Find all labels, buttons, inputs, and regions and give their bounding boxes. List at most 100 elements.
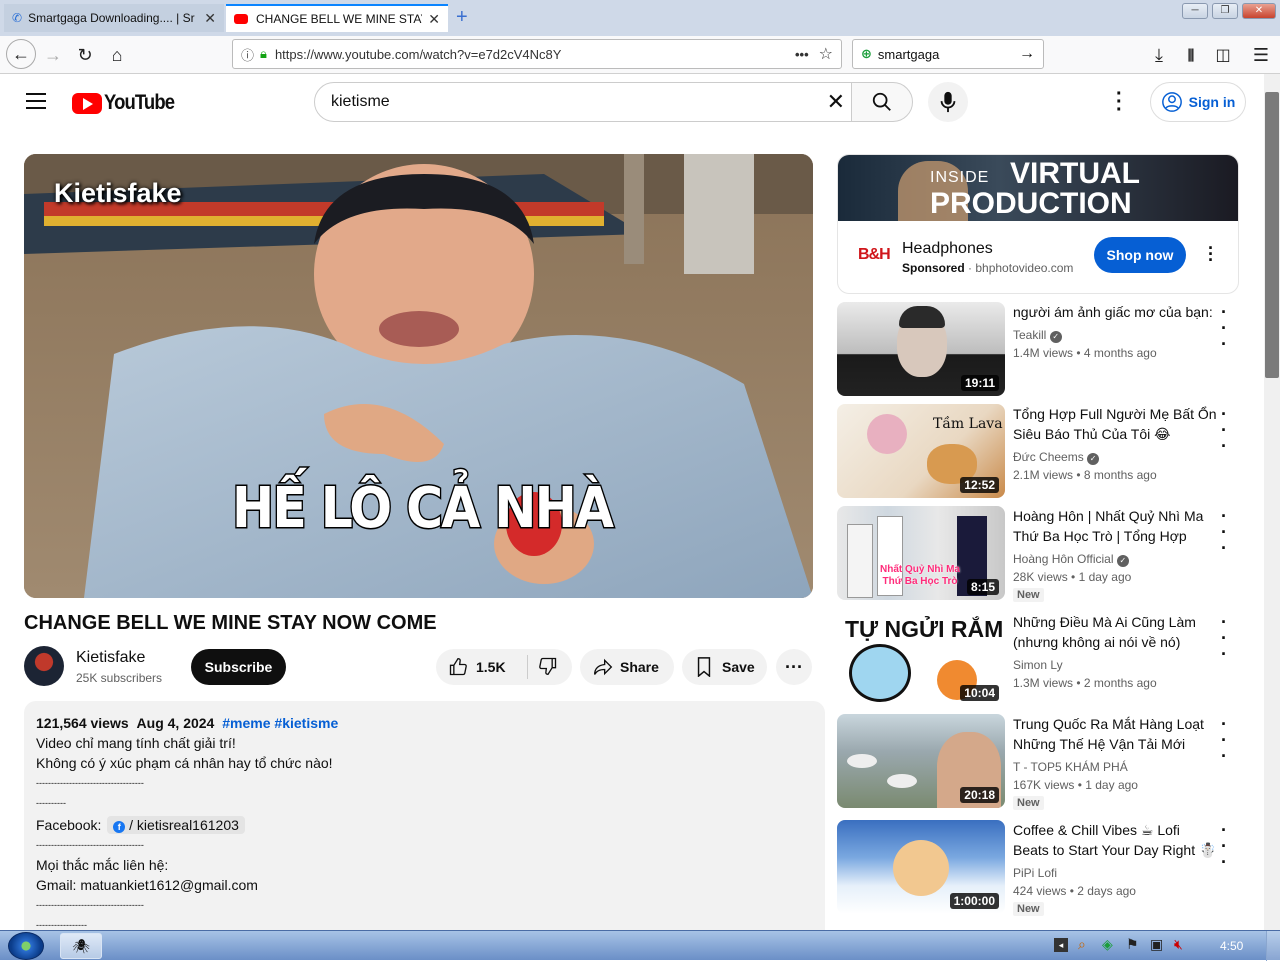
page-actions-icon[interactable]: ••• [795,47,809,62]
back-icon[interactable]: ← [6,39,36,69]
recommended-video[interactable]: TỰ NGỬI RẮM 10:04 Những Điều Mà Ai Cũng … [837,612,1239,708]
recommended-video[interactable]: Tầm Lava 12:52 Tổng Hợp Full Người Mẹ Bấ… [837,404,1239,500]
forward-icon[interactable]: → [40,42,66,68]
video-title[interactable]: Tổng Hợp Full Người Mẹ Bất Ổn Siêu Báo T… [1013,404,1219,444]
more-actions-button[interactable]: ··· [776,649,812,685]
channel-name[interactable]: Teakill [1013,328,1046,342]
video-thumbnail[interactable]: 19:11 [837,302,1005,396]
channel-name[interactable]: PiPi Lofi [1013,866,1057,880]
sidebar-icon[interactable]: ◫ [1210,42,1236,68]
video-menu-icon[interactable]: · · · [1221,613,1227,663]
close-tab-icon[interactable]: ✕ [428,11,440,28]
ad-more-icon[interactable]: · · · [1208,239,1214,269]
video-title[interactable]: Những Điều Mà Ai Cũng Làm (nhưng không a… [1013,612,1219,652]
tab-title: CHANGE BELL WE MINE STAY NO [256,12,422,26]
close-window-button[interactable]: ✕ [1242,3,1276,19]
tray-icon-volume-muted[interactable]: 🔇︎ [1174,936,1183,953]
new-tab-button[interactable]: + [456,6,468,29]
video-menu-icon[interactable]: · · · [1221,303,1227,353]
scrollbar-thumb[interactable] [1265,92,1279,378]
recommended-video[interactable]: 19:11 người ám ảnh giấc mơ của bạn: Teak… [837,302,1239,398]
tray-icon-search[interactable]: ⌕ [1078,936,1086,953]
dislike-button[interactable] [528,656,558,679]
taskbar-clock[interactable]: 4:50 [1220,939,1243,953]
video-thumbnail[interactable]: Nhất Quỷ Nhì Ma Thứ Ba Học Trò 8:15 [837,506,1005,600]
video-menu-icon[interactable]: · · · [1221,507,1227,557]
channel-name[interactable]: Simon Ly [1013,658,1063,672]
settings-more-icon[interactable]: · · · [1116,84,1123,120]
downloads-icon[interactable]: ⤓ [1146,42,1172,68]
home-icon[interactable]: ⌂ [104,42,130,68]
video-menu-icon[interactable]: · · · [1221,405,1227,455]
ad-banner[interactable]: INSIDE VIRTUAL PRODUCTION [838,155,1238,221]
hamburger-menu-icon[interactable] [26,93,46,109]
save-button[interactable]: Save [682,649,767,685]
start-button[interactable] [8,932,44,960]
search-button[interactable] [851,82,913,122]
show-desktop-button[interactable] [1266,931,1280,961]
recommended-video[interactable]: 1:00:00 Coffee & Chill Vibes ☕ Lofi Beat… [837,820,1239,916]
youtube-logo[interactable]: YouTube [72,91,184,115]
video-description[interactable]: 121,564 views Aug 4, 2024 #meme #kietism… [24,701,825,941]
hashtag-kietisme[interactable]: #kietisme [274,715,338,731]
view-count: 121,564 views [36,715,129,731]
channel-name[interactable]: Hoàng Hôn Official [1013,552,1114,566]
video-menu-icon[interactable]: · · · [1221,715,1227,765]
tab-smartgaga[interactable]: ✆ Smartgaga Downloading.... | Sr ✕ [4,4,224,32]
show-hidden-icons[interactable]: ◂ [1054,938,1068,952]
sponsored-ad-card[interactable]: INSIDE VIRTUAL PRODUCTION B&H Headphones… [837,154,1239,294]
clear-search-icon[interactable]: ✕ [827,89,845,115]
share-button[interactable]: Share [580,649,674,685]
video-title[interactable]: Trung Quốc Ra Mắt Hàng Loạt Những Thế Hệ… [1013,714,1219,754]
channel-avatar[interactable] [24,646,64,686]
info-icon[interactable]: ⓘ [241,45,254,64]
video-thumbnail[interactable]: TỰ NGỬI RẮM 10:04 [837,612,1005,706]
bookmark-star-icon[interactable]: ☆ [819,44,833,64]
taskbar-app-button[interactable]: 🕷︎ [60,933,102,959]
facebook-link[interactable]: f / kietisreal161203 [107,816,245,834]
close-tab-icon[interactable]: ✕ [204,10,216,27]
recommended-video[interactable]: Nhất Quỷ Nhì Ma Thứ Ba Học Trò 8:15 Hoàn… [837,506,1239,602]
channel-name[interactable]: Kietisfake [76,649,145,667]
tray-icon-network[interactable]: ▣ [1150,936,1163,953]
address-bar[interactable]: ⓘ 🔒︎ https://www.youtube.com/watch?v=e7d… [232,39,842,69]
shop-now-button[interactable]: Shop now [1094,237,1186,273]
reload-icon[interactable]: ↻ [72,42,98,68]
voice-search-button[interactable] [928,82,968,122]
browser-search-bar[interactable]: ⊕ smartgaga → [852,39,1044,69]
search-go-icon[interactable]: → [1019,45,1035,63]
thumbnail-text: Nhất Quỷ Nhì Ma Thứ Ba Học Trò [879,564,960,587]
tab-youtube-video[interactable]: CHANGE BELL WE MINE STAY NO ✕ [226,4,448,32]
video-thumbnail[interactable]: Tầm Lava 12:52 [837,404,1005,498]
sign-in-button[interactable]: Sign in [1150,82,1246,122]
video-title[interactable]: Coffee & Chill Vibes ☕ Lofi Beats to Sta… [1013,820,1219,860]
ad-title[interactable]: Headphones [902,240,993,258]
minimize-window-button[interactable]: ─ [1182,3,1208,19]
recommended-video[interactable]: 20:18 Trung Quốc Ra Mắt Hàng Loạt Những … [837,714,1239,810]
url-text[interactable]: https://www.youtube.com/watch?v=e7d2cV4N… [275,47,795,62]
like-button[interactable]: 1.5K [436,655,528,679]
channel-name[interactable]: Đức Cheems [1013,450,1084,464]
video-thumbnail[interactable]: 20:18 [837,714,1005,808]
subscribe-button[interactable]: Subscribe [191,649,286,685]
upload-age: 1 day ago [1085,778,1138,792]
tray-icon-flag[interactable]: ⚑ [1126,936,1139,953]
tray-icon-shield[interactable]: ◈ [1102,936,1113,953]
video-menu-icon[interactable]: · · · [1221,821,1227,871]
channel-name[interactable]: T - TOP5 KHÁM PHÁ [1013,760,1128,774]
youtube-search-input[interactable]: kietisme [331,93,827,111]
video-thumbnail[interactable]: 1:00:00 [837,820,1005,914]
microphone-icon [940,91,956,113]
thumbs-down-icon [539,657,557,675]
save-label: Save [722,659,755,675]
youtube-search-field[interactable]: kietisme ✕ [314,82,852,122]
library-icon[interactable]: ⫼ [1178,42,1204,68]
video-title[interactable]: người ám ảnh giấc mơ của bạn: [1013,302,1219,322]
video-player[interactable]: Kietisfake HẾ LÔ CẢ NHÀ [24,154,813,598]
windows-taskbar: 🕷︎ ◂ ⌕ ◈ ⚑ ▣ 🔇︎ 4:50 [0,930,1280,961]
browser-search-input[interactable]: smartgaga [878,47,1019,62]
maximize-window-button[interactable]: ❐ [1212,3,1238,19]
menu-icon[interactable]: ☰ [1248,42,1274,68]
hashtag-meme[interactable]: #meme [222,715,270,731]
video-title[interactable]: Hoàng Hôn | Nhất Quỷ Nhì Ma Thứ Ba Học T… [1013,506,1219,546]
